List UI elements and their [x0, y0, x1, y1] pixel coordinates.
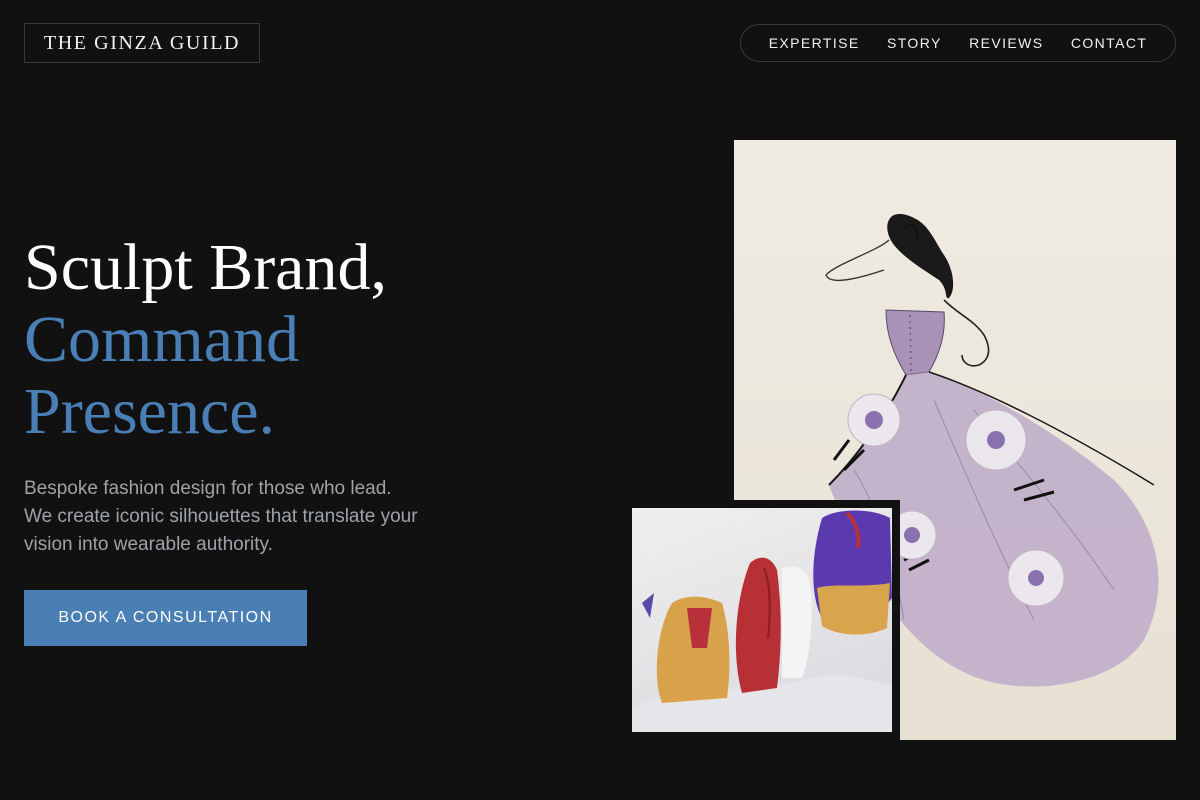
brand-logo[interactable]: THE GINZA GUILD: [24, 23, 260, 63]
jackets-photo-image: [632, 508, 892, 732]
hero-description-line: vision into wearable authority.: [24, 534, 273, 555]
jacket-yellow-left: [642, 593, 730, 703]
nav-link-expertise[interactable]: EXPERTISE: [769, 35, 860, 51]
hero-title-line2: Command: [24, 303, 299, 376]
hanging-jackets-photo: [632, 510, 892, 732]
rose-decoration: [965, 409, 1027, 471]
hero-description-line: Bespoke fashion design for those who lea…: [24, 478, 392, 499]
hero-description: Bespoke fashion design for those who lea…: [24, 475, 494, 559]
book-consultation-button[interactable]: BOOK A CONSULTATION: [24, 590, 307, 646]
hero-title-line1: Sculpt Brand,: [24, 231, 387, 304]
main-nav: EXPERTISE STORY REVIEWS CONTACT: [740, 24, 1176, 62]
rose-decoration: [847, 393, 901, 447]
jacket-purple-right: [813, 510, 892, 635]
nav-link-contact[interactable]: CONTACT: [1071, 35, 1147, 51]
brand-name: THE GINZA GUILD: [43, 31, 241, 54]
nav-link-reviews[interactable]: REVIEWS: [969, 35, 1043, 51]
nav-link-story[interactable]: STORY: [887, 35, 942, 51]
jacket-red: [735, 557, 781, 693]
hero-description-line: We create iconic silhouettes that transl…: [24, 506, 418, 527]
rose-decoration: [1007, 549, 1065, 607]
hero-title: Sculpt Brand, Command Presence.: [24, 232, 387, 448]
hero-title-line3: Presence.: [24, 375, 276, 448]
